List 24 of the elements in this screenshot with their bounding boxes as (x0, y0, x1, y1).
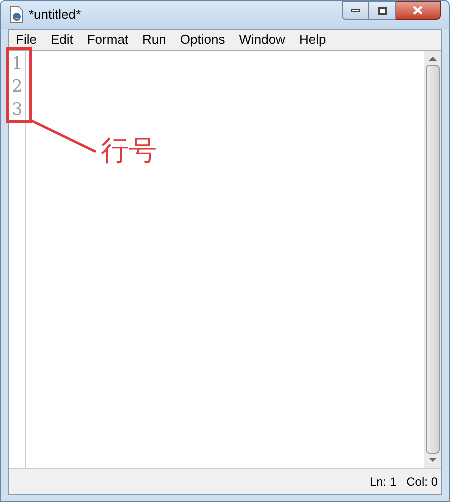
column-indicator: Col: 0 (406, 474, 438, 490)
annotation-label: 行号 (101, 135, 157, 167)
leader-line (31, 120, 97, 153)
menu-item[interactable]: Format (80, 30, 136, 50)
menu-item[interactable]: File (9, 30, 44, 50)
menu-item[interactable]: Run (136, 30, 174, 50)
minimize-button[interactable] (342, 1, 369, 20)
menu-item[interactable]: Edit (44, 30, 80, 50)
scroll-up-icon (428, 56, 436, 61)
line-number: 3 (12, 99, 24, 122)
vertical-scrollbar[interactable] (424, 51, 441, 468)
close-button[interactable] (396, 1, 441, 20)
scrollbar-thumb[interactable] (426, 65, 440, 454)
line-number: 2 (12, 76, 24, 99)
menu-item[interactable]: Help (292, 30, 334, 50)
window-title: *untitled* (29, 6, 82, 24)
menu-item[interactable]: Window (232, 30, 292, 50)
maximize-button[interactable] (369, 1, 396, 20)
menu-item[interactable]: Options (173, 30, 232, 50)
close-icon (413, 6, 423, 15)
scroll-down-icon (428, 458, 436, 463)
line-indicator: Ln: 1 (370, 474, 397, 490)
line-number: 1 (12, 53, 24, 76)
app-icon (9, 6, 25, 24)
